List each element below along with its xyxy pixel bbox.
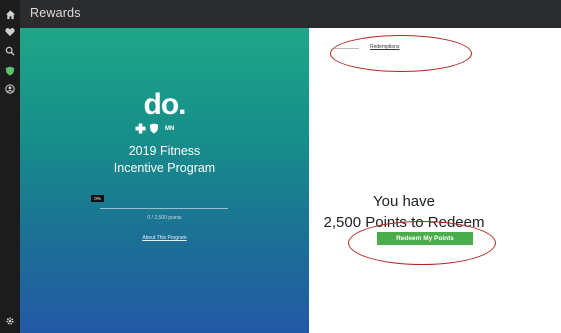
search-icon[interactable] [3, 44, 17, 58]
shield-icon [149, 123, 159, 134]
person-icon[interactable] [3, 82, 17, 96]
tab-divider [334, 48, 359, 49]
program-subtitle: Incentive Program [113, 161, 216, 175]
home-icon[interactable] [3, 7, 17, 21]
tab-redemptions[interactable]: Redemptions [370, 44, 399, 50]
summary-line-2: 2,500 Points to Redeem [323, 214, 485, 231]
window-title: Rewards [30, 6, 81, 20]
left-sidebar [0, 0, 20, 333]
brand-logo: do. [143, 88, 187, 121]
points-summary: You have 2,500 Points to Redeem [309, 191, 499, 233]
title-bar: Rewards [20, 0, 561, 28]
progress-bar [100, 208, 228, 209]
points-caption: 0 / 2,500 points [147, 215, 182, 221]
heart-icon[interactable] [3, 25, 17, 39]
cross-icon [135, 123, 146, 134]
progress-percent-badge: 0% [91, 195, 104, 202]
redeem-points-button[interactable]: Redeem My Points [377, 232, 473, 245]
summary-line-1: You have [372, 193, 435, 210]
rewards-panel: Redemptions You have 2,500 Points to Red… [309, 28, 561, 333]
state-label: MN [165, 125, 175, 132]
program-title: 2019 Fitness [128, 144, 201, 158]
shield-icon[interactable] [3, 64, 17, 78]
gear-icon[interactable] [3, 314, 17, 328]
bcbs-logo: MN [135, 123, 174, 134]
program-hero: do. MN 2019 Fitness Incentive Program 0%… [20, 28, 309, 333]
about-program-link[interactable]: About This Program [20, 235, 309, 241]
